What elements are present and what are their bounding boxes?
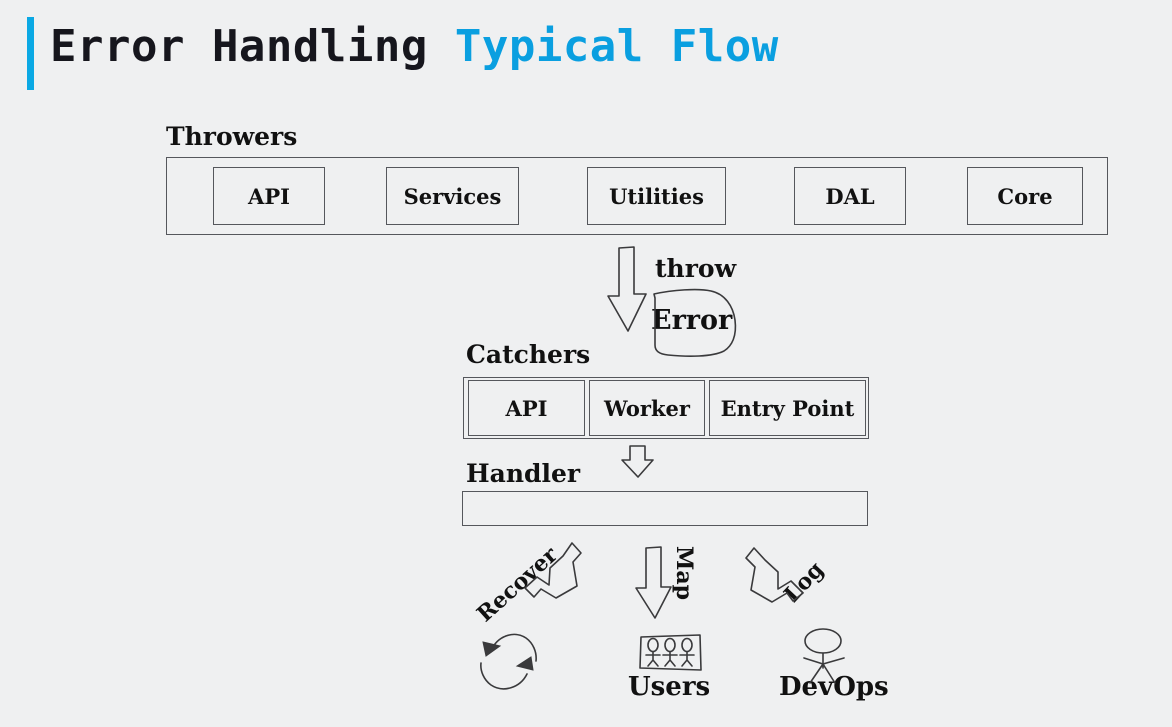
map-arrow-label: Map bbox=[671, 546, 697, 600]
thrower-label: Services bbox=[403, 183, 502, 209]
catchers-heading: Catchers bbox=[466, 340, 591, 369]
users-caption: Users bbox=[628, 672, 711, 702]
throw-down-arrow-icon bbox=[607, 246, 647, 332]
page-title-accent: Typical Flow bbox=[454, 21, 779, 72]
catcher-label: Worker bbox=[604, 395, 690, 421]
thrower-box-utilities[interactable]: Utilities bbox=[587, 167, 726, 225]
catcher-label: Entry Point bbox=[720, 395, 855, 421]
catcher-box-worker[interactable]: Worker bbox=[589, 380, 705, 436]
catcher-box-entry-point[interactable]: Entry Point bbox=[709, 380, 866, 436]
throw-label: throw bbox=[655, 254, 737, 283]
throwers-heading: Throwers bbox=[166, 122, 298, 151]
thrower-box-core[interactable]: Core bbox=[967, 167, 1083, 225]
recover-arrow-label: Recover bbox=[472, 541, 563, 628]
page-title: Error Handling Typical Flow bbox=[50, 18, 779, 76]
thrower-box-dal[interactable]: DAL bbox=[794, 167, 906, 225]
page-title-main: Error Handling bbox=[50, 21, 455, 72]
handler-heading: Handler bbox=[466, 459, 581, 488]
thrower-label: DAL bbox=[825, 183, 875, 209]
map-arrow-icon bbox=[635, 546, 672, 619]
thrower-label: Core bbox=[997, 183, 1053, 209]
log-arrow-label: Log bbox=[779, 556, 830, 608]
error-label: Error bbox=[651, 305, 733, 336]
handler-down-arrow-icon bbox=[621, 445, 654, 478]
devops-caption: DevOps bbox=[779, 672, 889, 702]
slide-title-bar: Error Handling Typical Flow bbox=[0, 0, 1172, 100]
thrower-box-api[interactable]: API bbox=[213, 167, 325, 225]
title-accent-bar bbox=[27, 17, 34, 90]
thrower-box-services[interactable]: Services bbox=[386, 167, 519, 225]
thrower-label: API bbox=[248, 183, 290, 209]
users-group-icon bbox=[639, 634, 702, 671]
catcher-label: API bbox=[505, 395, 548, 421]
catcher-box-api[interactable]: API bbox=[468, 380, 585, 436]
refresh-cycle-icon bbox=[480, 633, 537, 690]
handler-box[interactable] bbox=[462, 491, 868, 526]
thrower-label: Utilities bbox=[609, 183, 704, 209]
